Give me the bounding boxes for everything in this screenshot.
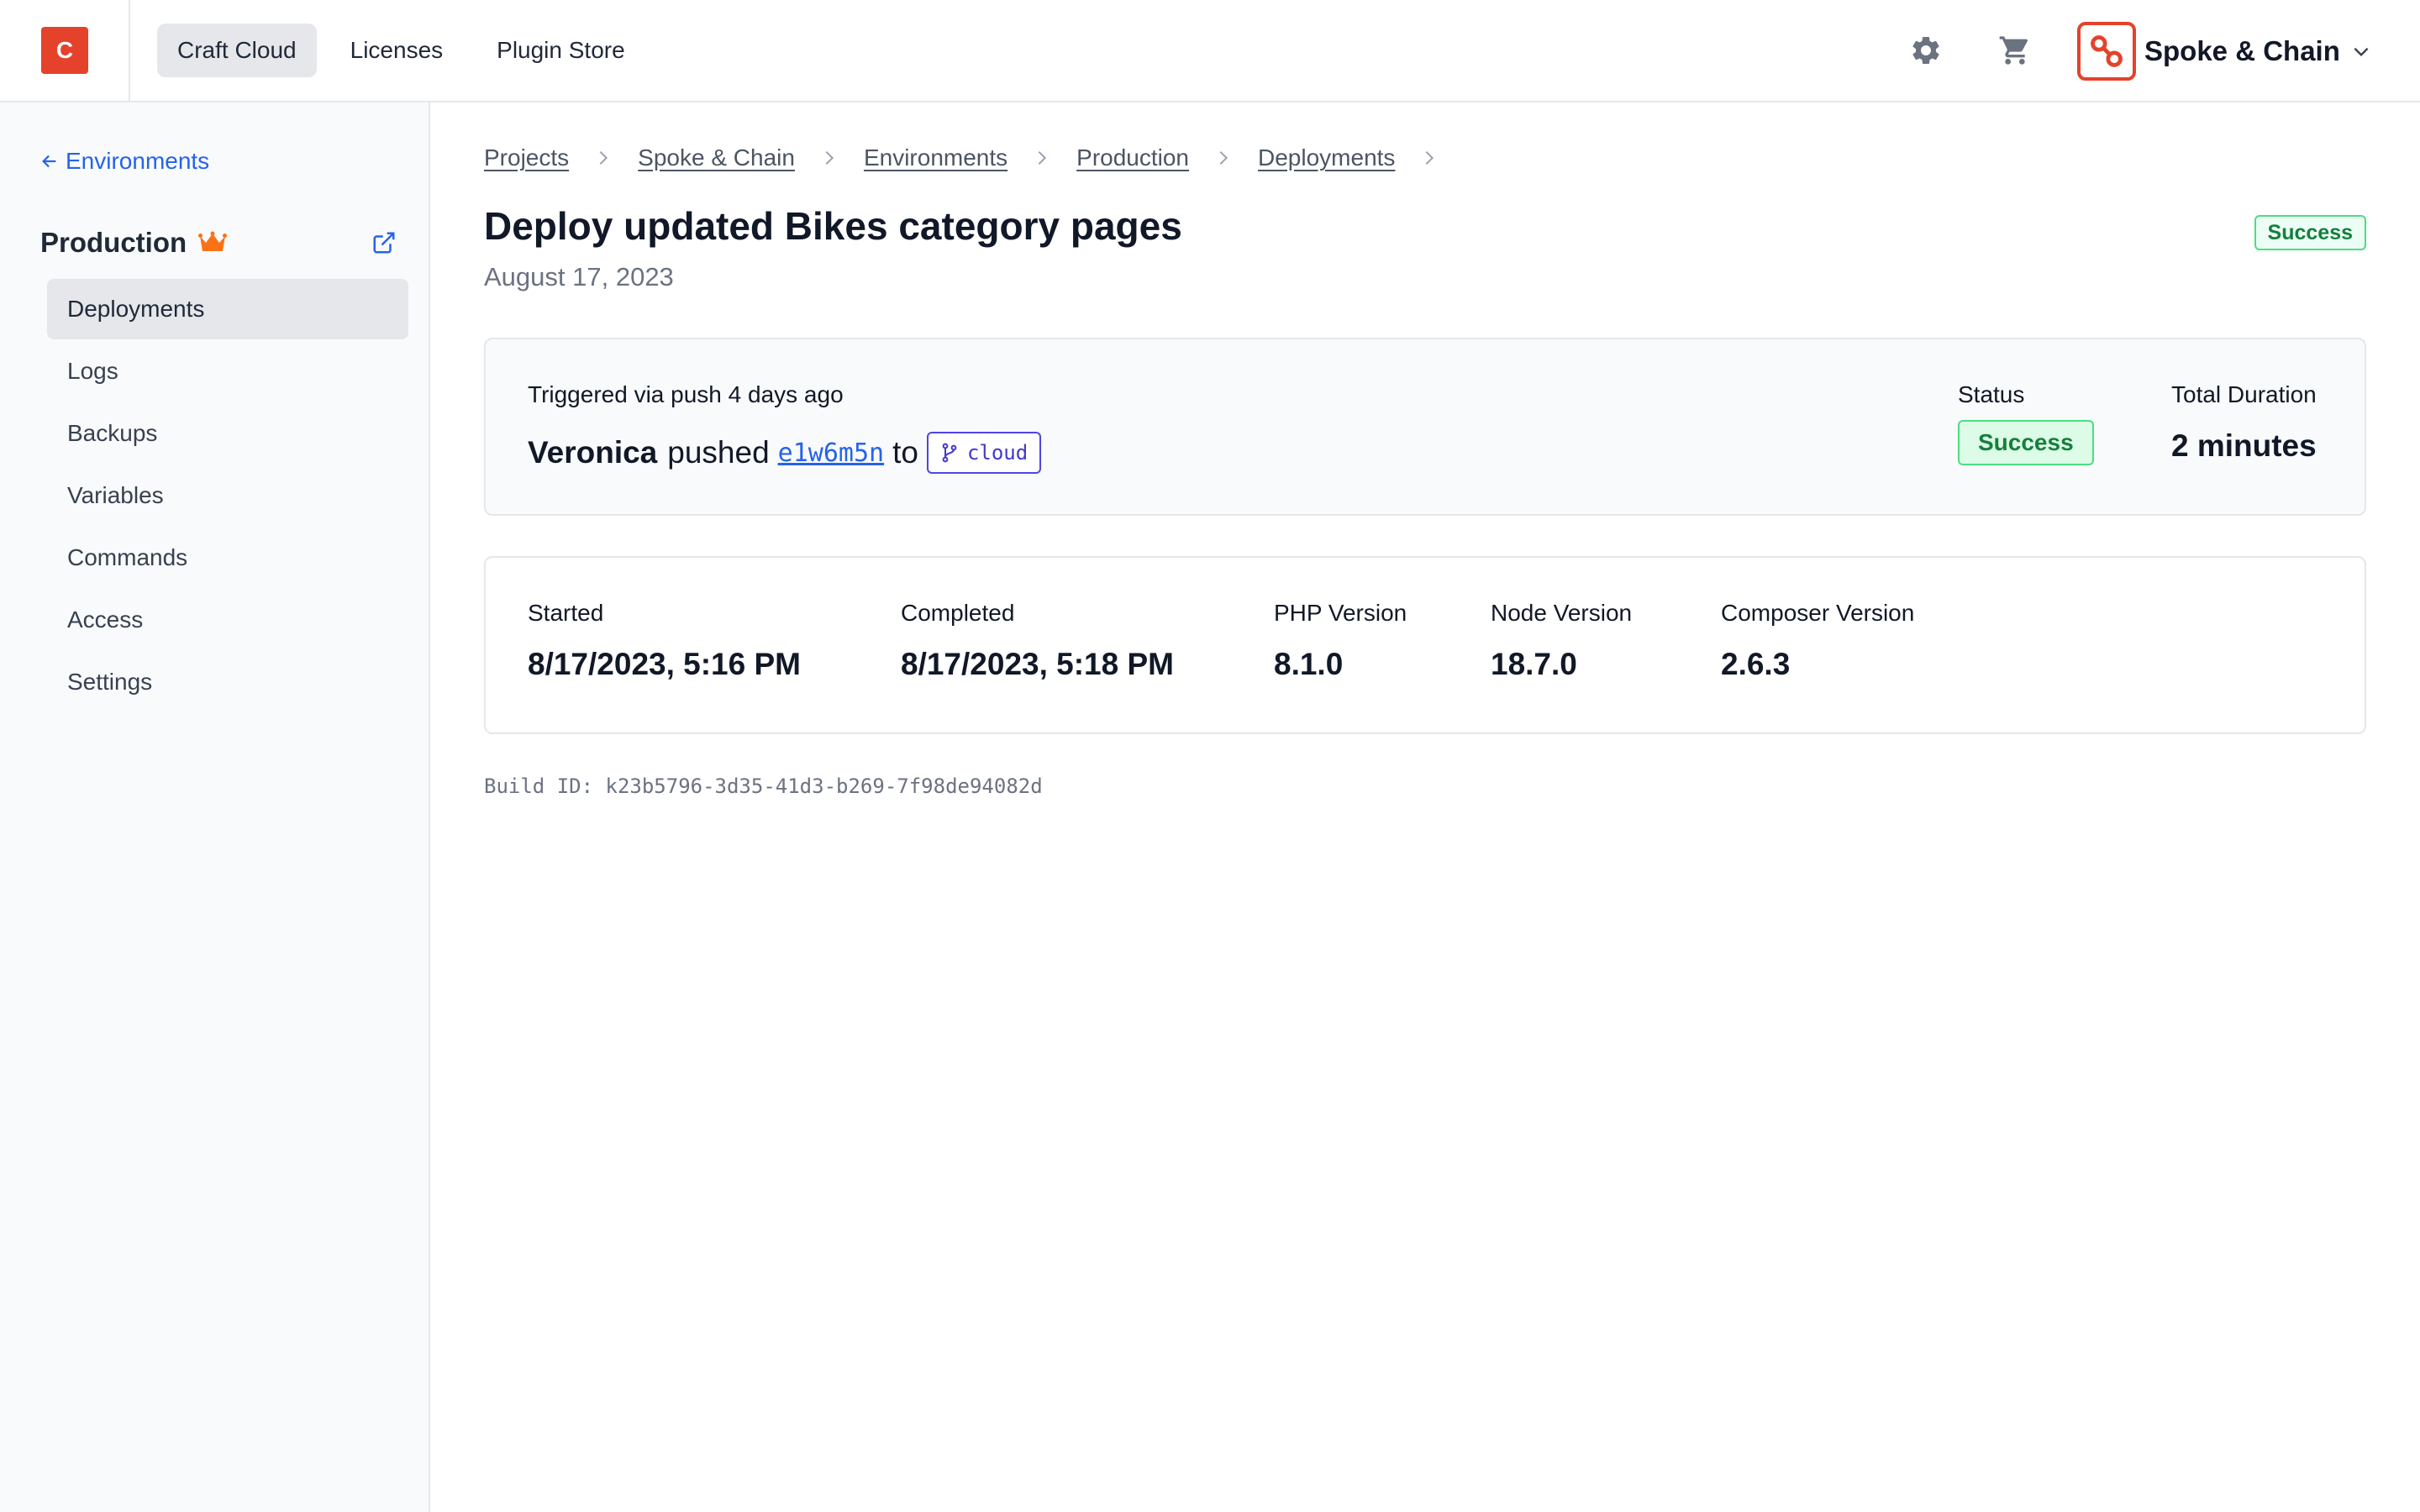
sidebar-item-backups[interactable]: Backups [47,403,408,464]
org-name: Spoke & Chain [2144,35,2340,66]
duration-column: Total Duration 2 minutes [2171,381,2317,464]
chevron-down-icon [2354,47,2369,57]
sidebar-item-settings[interactable]: Settings [47,652,408,712]
cart-icon[interactable] [1998,34,2032,67]
chevron-right-icon [1038,150,1047,165]
breadcrumb-production[interactable]: Production [1076,144,1189,171]
duration-value: 2 minutes [2171,428,2317,463]
duration-label: Total Duration [2171,381,2317,407]
sidebar-item-access[interactable]: Access [47,590,408,650]
sidebar: Environments Production Deployments Logs… [0,102,430,1512]
branch-name: cloud [966,441,1028,465]
page-title: Deploy updated Bikes category pages [484,204,1182,248]
chain-link-icon [2091,35,2123,67]
breadcrumb: Projects Spoke & Chain Environments Prod… [484,144,1464,171]
status-value-badge: Success [1958,420,2094,465]
crown-icon [198,231,228,251]
nav-plugin-store[interactable]: Plugin Store [476,24,645,77]
back-to-environments-link[interactable]: Environments [40,148,209,175]
git-branch-icon [942,443,957,463]
stat-php-version: PHP Version 8.1.0 [1274,600,1407,682]
stat-label: Completed [901,600,1015,626]
environment-menu: Deployments Logs Backups Variables Comma… [47,279,408,714]
status-badge: Success [2254,215,2366,250]
stat-node-version: Node Version 18.7.0 [1491,600,1632,682]
stat-value: 8/17/2023, 5:16 PM [528,647,801,681]
status-column: Status Success [1958,381,2094,465]
push-summary: Veronica pushed e1w6m5n to cloud [528,432,1042,474]
breadcrumb-spoke-chain[interactable]: Spoke & Chain [638,144,795,171]
commit-link[interactable]: e1w6m5n [778,438,884,468]
details-card: Started 8/17/2023, 5:16 PM Completed 8/1… [484,556,2366,734]
stat-value: 8.1.0 [1274,647,1344,681]
stat-label: Composer Version [1721,600,1915,626]
main-nav: Craft Cloud Licenses Plugin Store [157,24,645,77]
arrow-left-icon [42,155,56,168]
breadcrumb-deployments[interactable]: Deployments [1258,144,1395,171]
sidebar-item-commands[interactable]: Commands [47,528,408,588]
status-label: Status [1958,381,2025,407]
org-avatar [2077,22,2136,81]
branch-badge[interactable]: cloud [926,432,1042,474]
gear-icon[interactable] [1909,34,1943,67]
external-link-icon[interactable] [371,230,397,255]
to-word: to [892,435,918,470]
stat-composer-version: Composer Version 2.6.3 [1721,600,1914,682]
sidebar-item-deployments[interactable]: Deployments [47,279,408,339]
stat-value: 18.7.0 [1491,647,1577,681]
logo-cell: C [0,0,130,101]
stat-value: 8/17/2023, 5:18 PM [901,647,1174,681]
pushed-word: pushed [667,435,770,470]
stat-label: Started [528,600,604,626]
stat-completed: Completed 8/17/2023, 5:18 PM [901,600,1174,682]
stat-label: PHP Version [1274,600,1407,626]
nav-licenses[interactable]: Licenses [330,24,464,77]
craft-logo[interactable]: C [41,27,88,74]
sidebar-item-logs[interactable]: Logs [47,341,408,402]
trigger-card: Triggered via push 4 days ago Veronica p… [484,338,2366,516]
chevron-right-icon [1219,150,1228,165]
environment-header: Production [40,227,397,259]
stat-label: Node Version [1491,600,1633,626]
back-link-label: Environments [66,148,210,174]
trigger-text: Triggered via push 4 days ago [528,381,844,407]
build-id: Build ID: k23b5796-3d35-41d3-b269-7f98de… [484,774,1043,798]
nav-craft-cloud[interactable]: Craft Cloud [157,24,317,77]
stat-started: Started 8/17/2023, 5:16 PM [528,600,801,682]
environment-title: Production [40,227,187,258]
chevron-right-icon [599,150,608,165]
breadcrumb-projects[interactable]: Projects [484,144,569,171]
push-user: Veronica [528,435,658,470]
deployment-date: August 17, 2023 [484,262,674,291]
stat-value: 2.6.3 [1721,647,1791,681]
chevron-right-icon [1426,150,1434,165]
org-switcher[interactable]: Spoke & Chain [2077,22,2372,81]
breadcrumb-environments[interactable]: Environments [864,144,1007,171]
sidebar-item-variables[interactable]: Variables [47,465,408,526]
top-bar: C Craft Cloud Licenses Plugin Store Spok… [0,0,2420,102]
chevron-right-icon [825,150,834,165]
